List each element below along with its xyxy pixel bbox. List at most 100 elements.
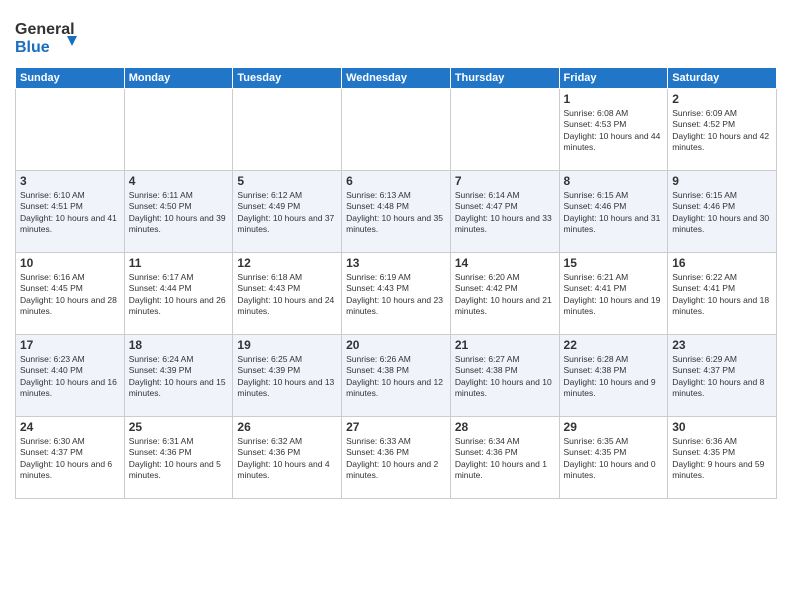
day-number: 9 [672, 174, 772, 188]
calendar-cell: 14 Sunrise: 6:20 AM Sunset: 4:42 PM Dayli… [450, 253, 559, 335]
calendar-cell [450, 89, 559, 171]
day-content: Sunrise: 6:23 AM Sunset: 4:40 PM Dayligh… [20, 354, 120, 400]
calendar-week-row: 17 Sunrise: 6:23 AM Sunset: 4:40 PM Dayli… [16, 335, 777, 417]
day-content: Sunrise: 6:24 AM Sunset: 4:39 PM Dayligh… [129, 354, 229, 400]
day-content: Sunrise: 6:17 AM Sunset: 4:44 PM Dayligh… [129, 272, 229, 318]
calendar-cell: 13 Sunrise: 6:19 AM Sunset: 4:43 PM Dayli… [342, 253, 451, 335]
day-number: 29 [564, 420, 664, 434]
day-content: Sunrise: 6:36 AM Sunset: 4:35 PM Dayligh… [672, 436, 772, 482]
day-content: Sunrise: 6:35 AM Sunset: 4:35 PM Dayligh… [564, 436, 664, 482]
calendar-cell: 16 Sunrise: 6:22 AM Sunset: 4:41 PM Dayli… [668, 253, 777, 335]
day-number: 5 [237, 174, 337, 188]
day-number: 10 [20, 256, 120, 270]
day-content: Sunrise: 6:25 AM Sunset: 4:39 PM Dayligh… [237, 354, 337, 400]
day-number: 30 [672, 420, 772, 434]
calendar-header-row: SundayMondayTuesdayWednesdayThursdayFrid… [16, 68, 777, 89]
calendar-cell: 24Sunrise: 6:30 AM Sunset: 4:37 PM Dayli… [16, 417, 125, 499]
calendar-day-header: Tuesday [233, 68, 342, 89]
day-content: Sunrise: 6:08 AM Sunset: 4:53 PM Dayligh… [564, 108, 664, 154]
calendar-week-row: 1 Sunrise: 6:08 AM Sunset: 4:53 PM Daylig… [16, 89, 777, 171]
day-content: Sunrise: 6:15 AM Sunset: 4:46 PM Dayligh… [672, 190, 772, 236]
day-content: Sunrise: 6:33 AM Sunset: 4:36 PM Dayligh… [346, 436, 446, 482]
calendar-cell [124, 89, 233, 171]
day-number: 6 [346, 174, 446, 188]
calendar-cell: 4Sunrise: 6:11 AM Sunset: 4:50 PM Daylig… [124, 171, 233, 253]
calendar-day-header: Saturday [668, 68, 777, 89]
calendar-cell: 10Sunrise: 6:16 AM Sunset: 4:45 PM Dayli… [16, 253, 125, 335]
day-number: 11 [129, 256, 229, 270]
calendar-cell: 11 Sunrise: 6:17 AM Sunset: 4:44 PM Dayli… [124, 253, 233, 335]
page: General Blue SundayMondayTuesdayWednesda… [0, 0, 792, 612]
calendar-cell: 21Sunrise: 6:27 AM Sunset: 4:38 PM Dayli… [450, 335, 559, 417]
calendar-cell: 20 Sunrise: 6:26 AM Sunset: 4:38 PM Dayli… [342, 335, 451, 417]
day-content: Sunrise: 6:32 AM Sunset: 4:36 PM Dayligh… [237, 436, 337, 482]
logo: General Blue [15, 14, 85, 59]
calendar-cell: 9 Sunrise: 6:15 AM Sunset: 4:46 PM Daylig… [668, 171, 777, 253]
day-number: 20 [346, 338, 446, 352]
day-number: 13 [346, 256, 446, 270]
day-content: Sunrise: 6:13 AM Sunset: 4:48 PM Dayligh… [346, 190, 446, 236]
day-content: Sunrise: 6:22 AM Sunset: 4:41 PM Dayligh… [672, 272, 772, 318]
calendar-cell: 23 Sunrise: 6:29 AM Sunset: 4:37 PM Dayli… [668, 335, 777, 417]
day-number: 2 [672, 92, 772, 106]
day-content: Sunrise: 6:21 AM Sunset: 4:41 PM Dayligh… [564, 272, 664, 318]
calendar-week-row: 24Sunrise: 6:30 AM Sunset: 4:37 PM Dayli… [16, 417, 777, 499]
day-number: 15 [564, 256, 664, 270]
calendar-cell: 18 Sunrise: 6:24 AM Sunset: 4:39 PM Dayli… [124, 335, 233, 417]
day-number: 23 [672, 338, 772, 352]
calendar-cell: 22Sunrise: 6:28 AM Sunset: 4:38 PM Dayli… [559, 335, 668, 417]
day-number: 25 [129, 420, 229, 434]
day-content: Sunrise: 6:27 AM Sunset: 4:38 PM Dayligh… [455, 354, 555, 400]
header: General Blue [15, 10, 777, 59]
calendar-week-row: 10Sunrise: 6:16 AM Sunset: 4:45 PM Dayli… [16, 253, 777, 335]
day-number: 12 [237, 256, 337, 270]
calendar-cell: 5 Sunrise: 6:12 AM Sunset: 4:49 PM Daylig… [233, 171, 342, 253]
calendar-day-header: Wednesday [342, 68, 451, 89]
day-number: 18 [129, 338, 229, 352]
calendar-cell [233, 89, 342, 171]
day-number: 3 [20, 174, 120, 188]
calendar-day-header: Sunday [16, 68, 125, 89]
day-content: Sunrise: 6:30 AM Sunset: 4:37 PM Dayligh… [20, 436, 120, 482]
day-number: 16 [672, 256, 772, 270]
calendar-cell: 15 Sunrise: 6:21 AM Sunset: 4:41 PM Dayli… [559, 253, 668, 335]
day-content: Sunrise: 6:12 AM Sunset: 4:49 PM Dayligh… [237, 190, 337, 236]
calendar-cell: 17 Sunrise: 6:23 AM Sunset: 4:40 PM Dayli… [16, 335, 125, 417]
day-content: Sunrise: 6:26 AM Sunset: 4:38 PM Dayligh… [346, 354, 446, 400]
day-content: Sunrise: 6:10 AM Sunset: 4:51 PM Dayligh… [20, 190, 120, 236]
day-number: 4 [129, 174, 229, 188]
calendar-cell: 29 Sunrise: 6:35 AM Sunset: 4:35 PM Dayli… [559, 417, 668, 499]
day-content: Sunrise: 6:14 AM Sunset: 4:47 PM Dayligh… [455, 190, 555, 236]
calendar-cell: 19Sunrise: 6:25 AM Sunset: 4:39 PM Dayli… [233, 335, 342, 417]
day-content: Sunrise: 6:18 AM Sunset: 4:43 PM Dayligh… [237, 272, 337, 318]
day-content: Sunrise: 6:15 AM Sunset: 4:46 PM Dayligh… [564, 190, 664, 236]
day-number: 22 [564, 338, 664, 352]
svg-text:General: General [15, 21, 75, 38]
calendar-day-header: Thursday [450, 68, 559, 89]
calendar-cell: 6 Sunrise: 6:13 AM Sunset: 4:48 PM Daylig… [342, 171, 451, 253]
day-number: 28 [455, 420, 555, 434]
calendar-cell: 7 Sunrise: 6:14 AM Sunset: 4:47 PM Daylig… [450, 171, 559, 253]
day-number: 1 [564, 92, 664, 106]
calendar-cell [16, 89, 125, 171]
day-content: Sunrise: 6:29 AM Sunset: 4:37 PM Dayligh… [672, 354, 772, 400]
day-content: Sunrise: 6:20 AM Sunset: 4:42 PM Dayligh… [455, 272, 555, 318]
calendar-cell: 3 Sunrise: 6:10 AM Sunset: 4:51 PM Daylig… [16, 171, 125, 253]
day-number: 14 [455, 256, 555, 270]
day-content: Sunrise: 6:19 AM Sunset: 4:43 PM Dayligh… [346, 272, 446, 318]
day-number: 8 [564, 174, 664, 188]
calendar: SundayMondayTuesdayWednesdayThursdayFrid… [15, 67, 777, 499]
day-number: 17 [20, 338, 120, 352]
calendar-cell: 1 Sunrise: 6:08 AM Sunset: 4:53 PM Daylig… [559, 89, 668, 171]
calendar-week-row: 3 Sunrise: 6:10 AM Sunset: 4:51 PM Daylig… [16, 171, 777, 253]
day-number: 7 [455, 174, 555, 188]
day-content: Sunrise: 6:31 AM Sunset: 4:36 PM Dayligh… [129, 436, 229, 482]
day-content: Sunrise: 6:34 AM Sunset: 4:36 PM Dayligh… [455, 436, 555, 482]
calendar-cell: 8 Sunrise: 6:15 AM Sunset: 4:46 PM Daylig… [559, 171, 668, 253]
day-number: 26 [237, 420, 337, 434]
calendar-day-header: Monday [124, 68, 233, 89]
day-number: 27 [346, 420, 446, 434]
calendar-cell: 26 Sunrise: 6:32 AM Sunset: 4:36 PM Dayli… [233, 417, 342, 499]
svg-text:Blue: Blue [15, 39, 50, 56]
calendar-day-header: Friday [559, 68, 668, 89]
